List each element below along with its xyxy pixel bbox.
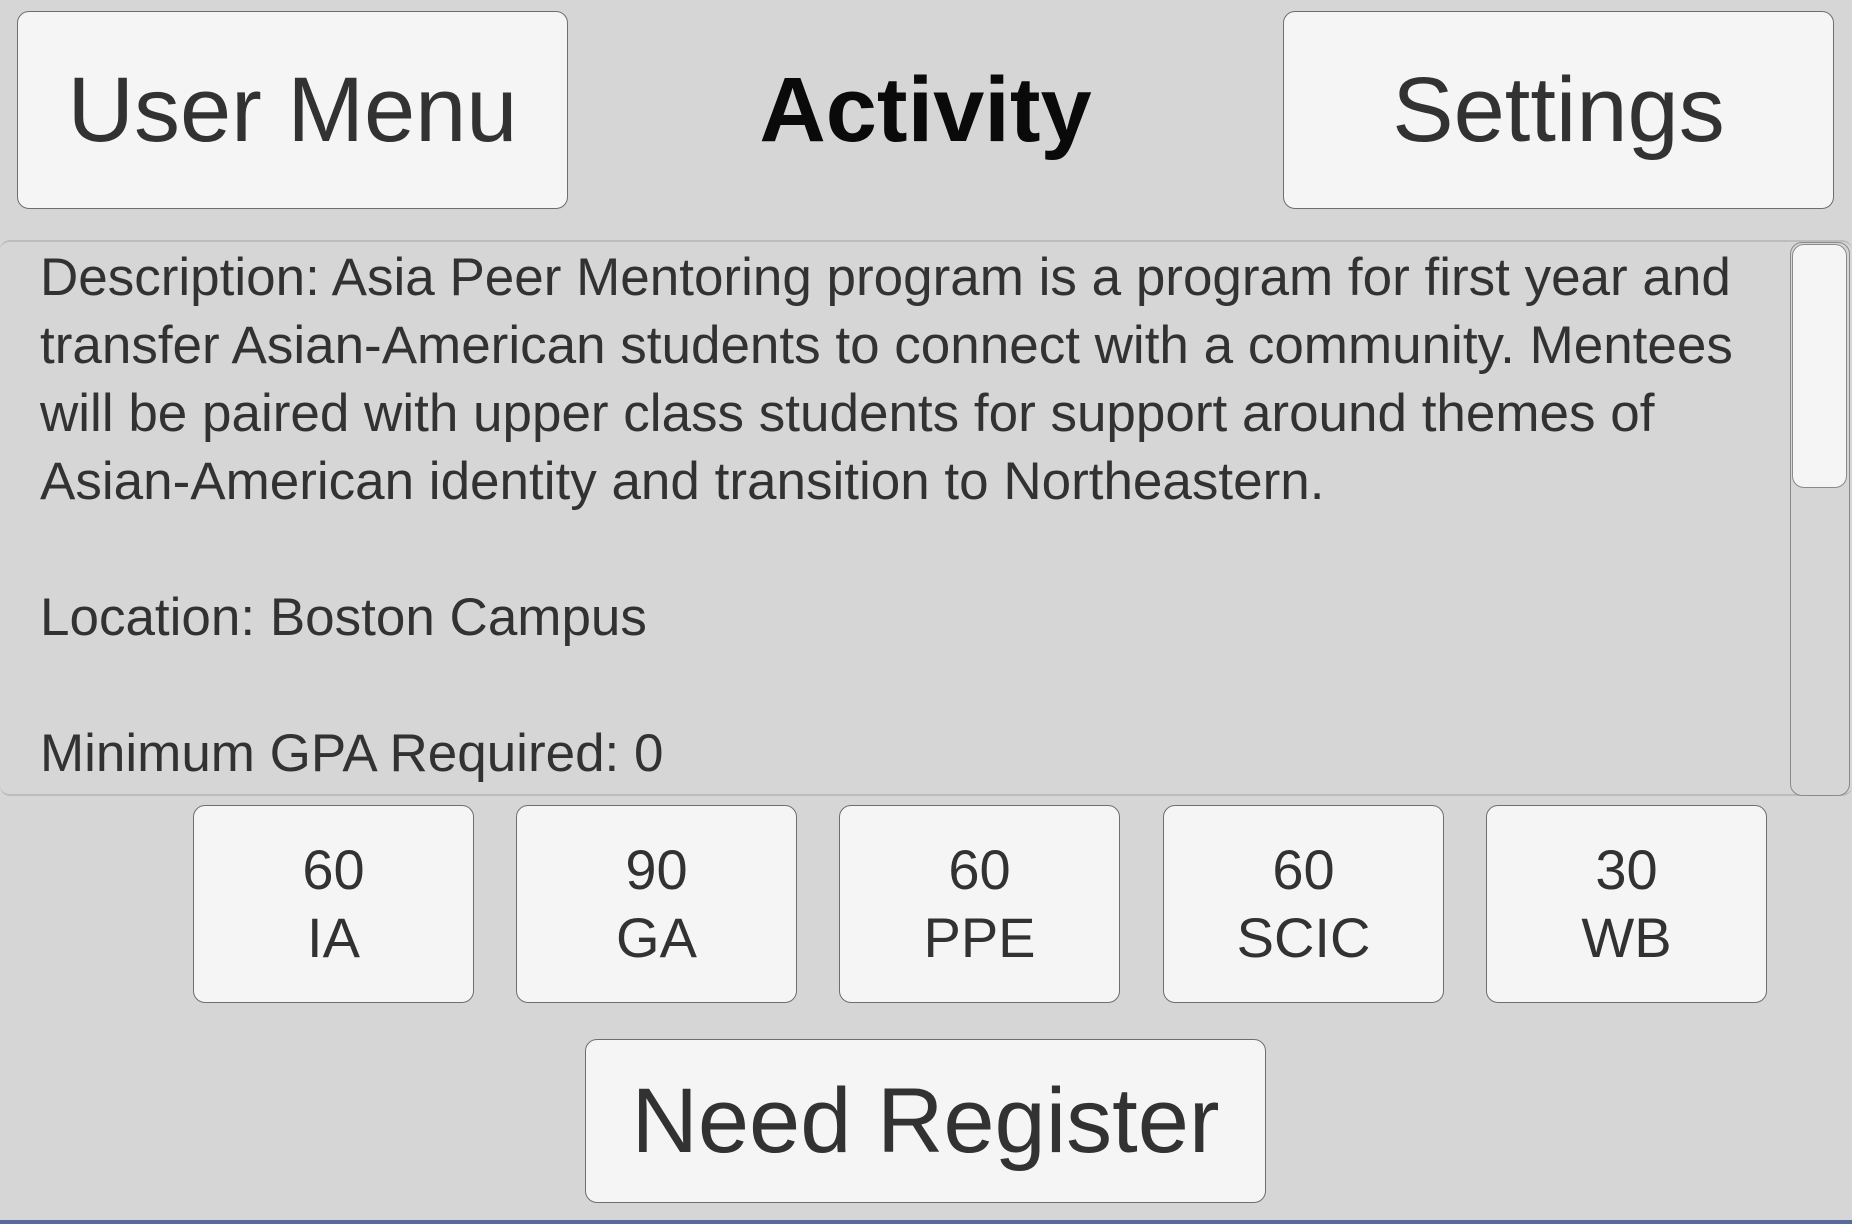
- description-scroll-view[interactable]: Description: Asia Peer Mentoring program…: [0, 240, 1852, 796]
- scrollbar-handle[interactable]: [1792, 244, 1847, 488]
- requirement-code: IA: [307, 906, 360, 969]
- settings-button[interactable]: Settings: [1283, 11, 1834, 209]
- requirement-button-wb[interactable]: 30 WB: [1486, 805, 1767, 1003]
- requirement-code: GA: [616, 906, 697, 969]
- requirement-value: 60: [302, 838, 365, 901]
- requirement-button-scic[interactable]: 60 SCIC: [1163, 805, 1444, 1003]
- requirement-button-ia[interactable]: 60 IA: [193, 805, 474, 1003]
- need-register-button[interactable]: Need Register: [585, 1039, 1266, 1203]
- requirement-value: 60: [1272, 838, 1335, 901]
- vertical-scrollbar[interactable]: [1790, 242, 1850, 796]
- requirement-code: SCIC: [1236, 906, 1371, 969]
- settings-label: Settings: [1392, 58, 1725, 161]
- requirement-value: 90: [625, 838, 688, 901]
- requirement-code: WB: [1581, 906, 1672, 969]
- user-menu-button[interactable]: User Menu: [17, 11, 568, 209]
- requirement-button-ppe[interactable]: 60 PPE: [839, 805, 1120, 1003]
- page-title: Activity: [759, 58, 1092, 161]
- need-register-label: Need Register: [631, 1069, 1220, 1172]
- requirement-button-ga[interactable]: 90 GA: [516, 805, 797, 1003]
- requirement-value: 30: [1595, 838, 1658, 901]
- activity-description: Description: Asia Peer Mentoring program…: [40, 248, 1733, 783]
- window-bottom-edge: [0, 1220, 1852, 1224]
- requirement-code: PPE: [923, 906, 1036, 969]
- requirement-value: 60: [948, 838, 1011, 901]
- user-menu-label: User Menu: [67, 58, 518, 161]
